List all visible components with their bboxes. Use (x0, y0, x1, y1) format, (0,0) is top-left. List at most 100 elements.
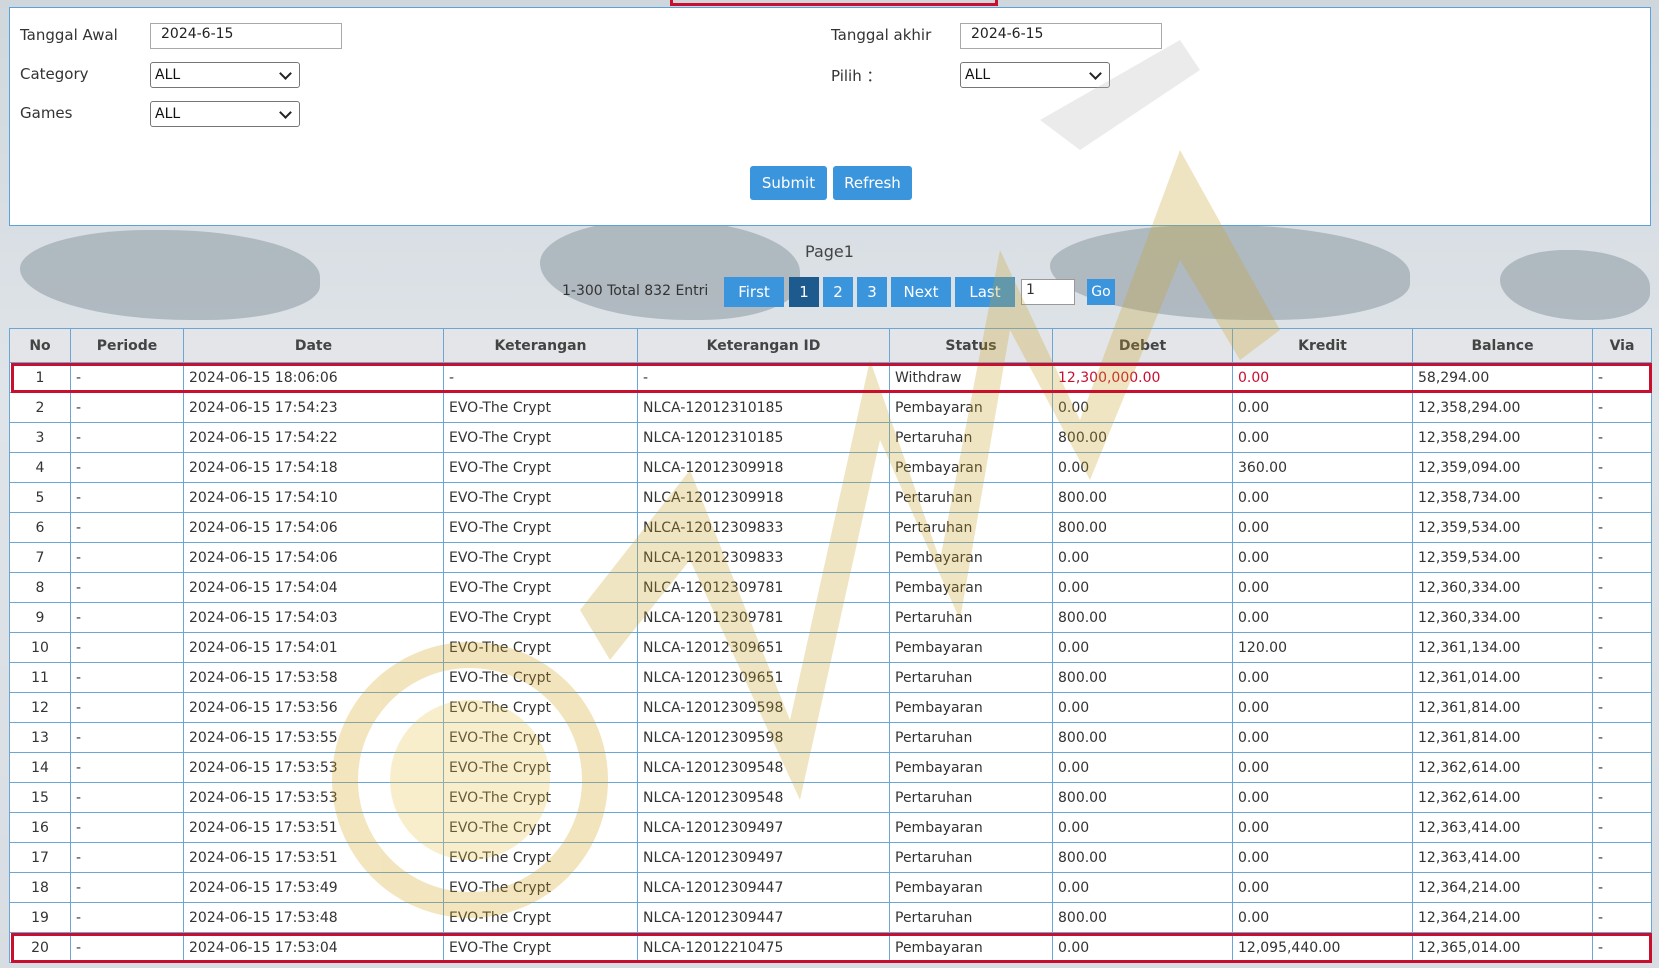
category-select-value: ALL (155, 67, 181, 83)
cell-periode: - (70, 392, 184, 423)
pagination-last-button[interactable]: Last (955, 277, 1015, 307)
cell-kredit: 360.00 (1232, 452, 1413, 483)
submit-button[interactable]: Submit (750, 166, 827, 200)
cell-status: Pembayaran (889, 932, 1053, 963)
cell-debet: 800.00 (1052, 422, 1233, 453)
pilih-select-value: ALL (965, 67, 991, 83)
page-number-input[interactable]: 1 (1021, 279, 1075, 305)
pagination-page-1[interactable]: 1 (789, 277, 819, 307)
cell-date: 2024-06-15 17:53:58 (183, 662, 444, 693)
cell-keterangan-id: NLCA-12012309918 (637, 482, 890, 513)
cell-kredit: 0.00 (1232, 392, 1413, 423)
cell-status: Pertaruhan (889, 482, 1053, 513)
pagination-first-button[interactable]: First (724, 277, 784, 307)
table-row: 8-2024-06-15 17:54:04 EVO-The Crypt NLCA-1… (9, 572, 1652, 603)
cell-periode: - (70, 422, 184, 453)
cell-date: 2024-06-15 17:54:01 (183, 632, 444, 663)
cell-keterangan-id: NLCA-12012310185 (637, 392, 890, 423)
cell-keterangan-id: NLCA-12012309598 (637, 692, 890, 723)
cell-status: Pembayaran (889, 392, 1053, 423)
category-select[interactable]: ALL (150, 62, 300, 88)
cell-no: 12 (9, 692, 71, 723)
cell-debet: 0.00 (1052, 812, 1233, 843)
cell-balance: 12,365,014.00 (1412, 932, 1593, 963)
page-indicator: Page1 (805, 242, 854, 261)
cell-no: 20 (9, 932, 71, 963)
cell-balance: 12,358,294.00 (1412, 392, 1593, 423)
cell-date: 2024-06-15 17:53:55 (183, 722, 444, 753)
cell-via: - (1592, 662, 1652, 693)
cell-no: 17 (9, 842, 71, 873)
pagination-page-2[interactable]: 2 (823, 277, 853, 307)
cell-debet: 0.00 (1052, 752, 1233, 783)
cell-via: - (1592, 512, 1652, 543)
cell-keterangan-id: NLCA-12012309781 (637, 572, 890, 603)
cell-status: Pembayaran (889, 812, 1053, 843)
column-header-keterangan: Keterangan (443, 328, 638, 363)
cell-date: 2024-06-15 17:54:10 (183, 482, 444, 513)
cell-keterangan-id: NLCA-12012309548 (637, 752, 890, 783)
table-row: 1-2024-06-15 18:06:06- - Withdraw 12,300,00… (9, 362, 1652, 393)
pagination-next-button[interactable]: Next (891, 277, 951, 307)
cell-periode: - (70, 902, 184, 933)
tanggal-akhir-input[interactable]: 2024-6-15 (960, 23, 1162, 49)
cell-via: - (1592, 902, 1652, 933)
cell-status: Withdraw (889, 362, 1053, 393)
cell-periode: - (70, 722, 184, 753)
cell-periode: - (70, 662, 184, 693)
cell-keterangan-id: NLCA-12012310185 (637, 422, 890, 453)
cell-debet: 0.00 (1052, 542, 1233, 573)
cell-via: - (1592, 722, 1652, 753)
cell-via: - (1592, 632, 1652, 663)
cell-date: 2024-06-15 18:06:06 (183, 362, 444, 393)
cell-date: 2024-06-15 17:54:06 (183, 542, 444, 573)
table-row: 17-2024-06-15 17:53:51 EVO-The Crypt NLCA-… (9, 842, 1652, 873)
cell-periode: - (70, 782, 184, 813)
cell-no: 13 (9, 722, 71, 753)
cell-kredit: 0.00 (1232, 782, 1413, 813)
cell-status: Pembayaran (889, 572, 1053, 603)
cell-kredit: 0.00 (1232, 722, 1413, 753)
cell-no: 15 (9, 782, 71, 813)
cell-balance: 12,364,214.00 (1412, 872, 1593, 903)
go-button[interactable]: Go (1087, 279, 1115, 305)
cell-kredit: 0.00 (1232, 872, 1413, 903)
cell-keterangan: EVO-The Crypt (443, 662, 638, 693)
cell-no: 2 (9, 392, 71, 423)
cell-date: 2024-06-15 17:54:23 (183, 392, 444, 423)
cell-no: 9 (9, 602, 71, 633)
filter-panel: Tanggal Awal 2024-6-15 Category ALL Game… (9, 7, 1651, 226)
pilih-select[interactable]: ALL (960, 62, 1110, 88)
cell-debet: 800.00 (1052, 842, 1233, 873)
cell-via: - (1592, 872, 1652, 903)
cell-status: Pertaruhan (889, 782, 1053, 813)
table-row: 18-2024-06-15 17:53:49 EVO-The Crypt NLCA-… (9, 872, 1652, 903)
cell-balance: 12,359,534.00 (1412, 512, 1593, 543)
cell-keterangan: EVO-The Crypt (443, 482, 638, 513)
games-select[interactable]: ALL (150, 101, 300, 127)
table-row: 6-2024-06-15 17:54:06 EVO-The Crypt NLCA-1… (9, 512, 1652, 543)
pagination-page-3[interactable]: 3 (857, 277, 887, 307)
cell-balance: 12,361,014.00 (1412, 662, 1593, 693)
cell-keterangan: EVO-The Crypt (443, 722, 638, 753)
table-row: 20-2024-06-15 17:53:04 EVO-The Crypt NLCA-… (9, 932, 1652, 963)
cell-date: 2024-06-15 17:54:06 (183, 512, 444, 543)
cell-kredit: 0.00 (1232, 542, 1413, 573)
tanggal-awal-input[interactable]: 2024-6-15 (150, 23, 342, 49)
table-row: 16-2024-06-15 17:53:51 EVO-The Crypt NLCA-… (9, 812, 1652, 843)
cell-kredit: 0.00 (1232, 902, 1413, 933)
cell-status: Pertaruhan (889, 602, 1053, 633)
cell-no: 6 (9, 512, 71, 543)
table-row: 19-2024-06-15 17:53:48 EVO-The Crypt NLCA-… (9, 902, 1652, 933)
column-header-periode: Periode (70, 328, 184, 363)
refresh-button[interactable]: Refresh (833, 166, 912, 200)
cell-kredit: 0.00 (1232, 362, 1413, 393)
cell-balance: 12,361,814.00 (1412, 722, 1593, 753)
cell-keterangan: - (443, 362, 638, 393)
total-entries-text: 1-300 Total 832 Entri (562, 283, 709, 299)
cell-no: 1 (9, 362, 71, 393)
cell-no: 8 (9, 572, 71, 603)
cell-status: Pembayaran (889, 632, 1053, 663)
table-row: 15-2024-06-15 17:53:53 EVO-The Crypt NLCA-… (9, 782, 1652, 813)
table-header-row: No Periode Date Keterangan Keterangan ID Stat… (9, 328, 1652, 363)
